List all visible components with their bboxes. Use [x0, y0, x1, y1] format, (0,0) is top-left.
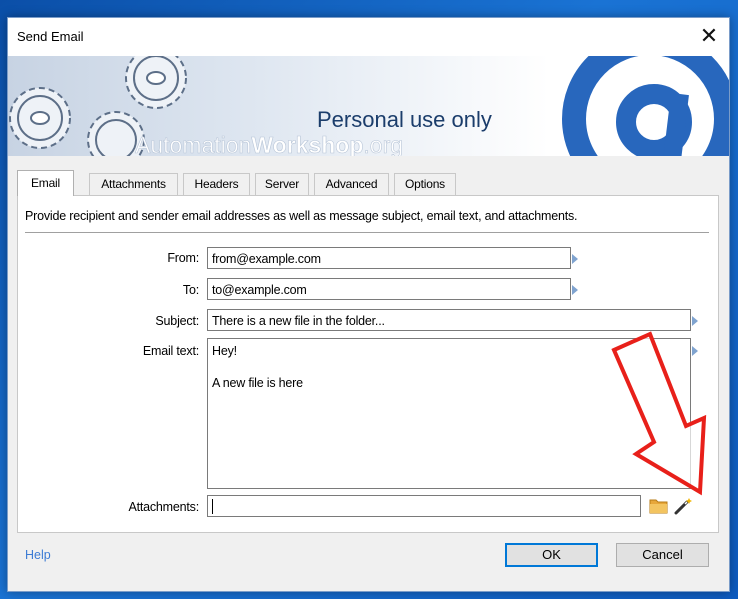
at-sign-icon [562, 56, 729, 156]
from-label: From: [167, 251, 199, 265]
window-title: Send Email [17, 29, 84, 44]
banner-artwork: Personal use only AutomationWorkshop.org [9, 56, 729, 156]
subject-menu-button[interactable] [692, 316, 698, 326]
text-cursor [212, 499, 213, 514]
from-menu-button[interactable] [572, 254, 578, 264]
tab-options[interactable]: Options [394, 173, 456, 195]
tab-email[interactable]: Email [17, 170, 74, 196]
from-field[interactable]: from@example.com [207, 247, 571, 269]
tab-server[interactable]: Server [255, 173, 309, 195]
close-button[interactable]: ✕ [693, 22, 725, 52]
email-text-label: Email text: [142, 344, 199, 358]
to-label: To: [182, 283, 199, 297]
title-bar[interactable]: Send Email ✕ [8, 18, 729, 56]
cancel-button[interactable]: Cancel [616, 543, 709, 567]
to-menu-button[interactable] [572, 285, 578, 295]
subject-label: Subject: [155, 314, 199, 328]
brand-org: .org [363, 132, 403, 156]
to-field[interactable]: to@example.com [207, 278, 571, 300]
header-banner: Personal use only AutomationWorkshop.org [8, 56, 729, 156]
brand-automation: Automation [135, 132, 251, 156]
ok-button[interactable]: OK [505, 543, 598, 567]
attachments-label: Attachments: [128, 500, 199, 514]
help-link[interactable]: Help [25, 548, 51, 562]
tab-attachments[interactable]: Attachments [89, 173, 178, 195]
tab-headers[interactable]: Headers [183, 173, 250, 195]
attachments-field[interactable] [207, 495, 641, 517]
red-arrow-icon [611, 331, 707, 496]
send-email-dialog: Send Email ✕ Personal use only Automatio… [7, 17, 730, 592]
watermark-text: Personal use only [317, 107, 492, 132]
tab-advanced[interactable]: Advanced [314, 173, 389, 195]
brand-text: AutomationWorkshop.org [135, 132, 403, 156]
brand-workshop: Workshop [251, 132, 363, 156]
divider [25, 232, 709, 233]
description-text: Provide recipient and sender email addre… [25, 209, 578, 223]
